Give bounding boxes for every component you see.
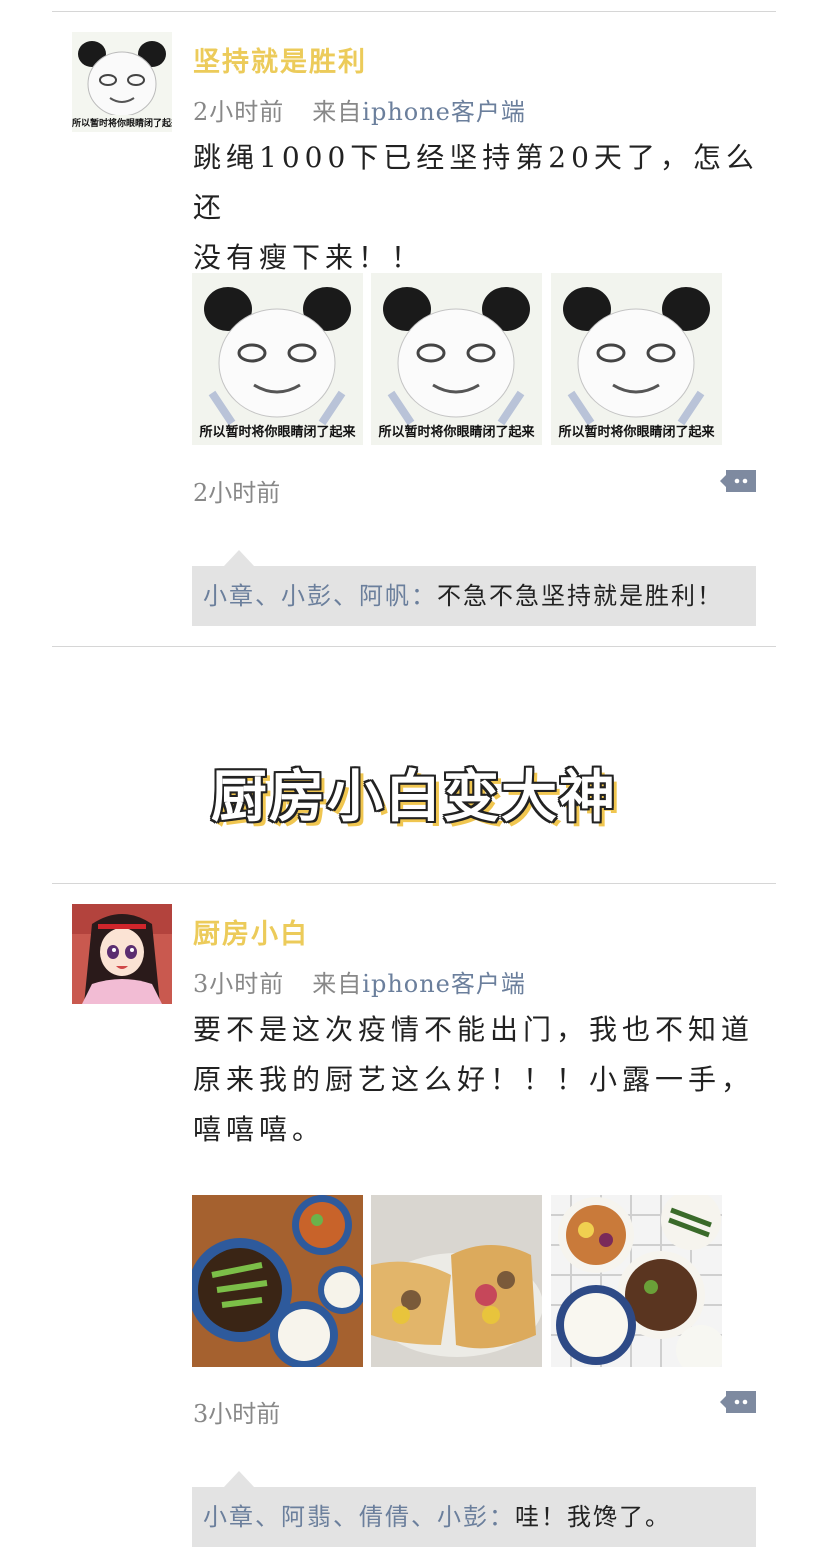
- divider: [52, 646, 776, 647]
- divider: [52, 883, 776, 884]
- reply-arrow: [224, 550, 254, 566]
- photo-grid: 所以暂时将你眼睛闭了起来 所以暂时将你眼睛闭了起来 所以暂时将你眼睛闭了起来: [192, 273, 732, 445]
- footer-time: 2小时前: [193, 479, 281, 507]
- source-label: 来自: [312, 970, 363, 998]
- source-link[interactable]: iphone客户端: [362, 970, 526, 998]
- reply-text: 哇！我馋了。: [515, 1503, 671, 1531]
- comment-icon[interactable]: [720, 1391, 756, 1413]
- photo-caption: 所以暂时将你眼睛闭了起来: [558, 425, 715, 440]
- photo-thumbnail[interactable]: 所以暂时将你眼睛闭了起来: [551, 273, 722, 445]
- reply-box[interactable]: 小章、小彭、阿帆：不急不急坚持就是胜利！: [192, 566, 756, 626]
- source-link[interactable]: iphone客户端: [362, 98, 526, 126]
- reply-text: 不急不急坚持就是胜利！: [437, 582, 723, 610]
- content-line: 跳绳1000下已经坚持第20天了，怎么还: [193, 141, 759, 224]
- photo-thumbnail[interactable]: 所以暂时将你眼睛闭了起来: [192, 273, 363, 445]
- post-content: 跳绳1000下已经坚持第20天了，怎么还 没有瘦下来！！: [193, 133, 763, 283]
- content-line: 要不是这次疫情不能出门，我也不知道: [193, 1013, 755, 1046]
- post-meta: 2小时前 来自iphone客户端: [193, 92, 526, 127]
- post-time: 3小时前: [193, 970, 285, 998]
- post-time: 2小时前: [193, 98, 285, 126]
- photo-thumbnail[interactable]: [192, 1195, 363, 1367]
- content-line: 原来我的厨艺这么好！！！小露一手，: [193, 1063, 755, 1096]
- avatar[interactable]: 所以暂时将你眼睛闭了起来: [72, 32, 172, 132]
- comment-icon[interactable]: [720, 470, 756, 492]
- source-label: 来自: [312, 98, 363, 126]
- username[interactable]: 坚持就是胜利: [193, 40, 367, 79]
- reply-arrow: [224, 1471, 254, 1487]
- photo-grid: [192, 1195, 732, 1367]
- photo-caption: 所以暂时将你眼睛闭了起来: [378, 425, 535, 440]
- reply-names[interactable]: 小章、阿翡、倩倩、小彭：: [203, 1503, 515, 1531]
- reply-box[interactable]: 小章、阿翡、倩倩、小彭：哇！我馋了。: [192, 1487, 756, 1547]
- divider-top: [52, 11, 776, 12]
- avatar-caption: 所以暂时将你眼睛闭了起来: [72, 119, 172, 129]
- post-content: 要不是这次疫情不能出门，我也不知道 原来我的厨艺这么好！！！小露一手， 嘻嘻嘻。: [193, 1005, 763, 1155]
- reply-names[interactable]: 小章、小彭、阿帆：: [203, 582, 437, 610]
- photo-thumbnail[interactable]: 所以暂时将你眼睛闭了起来: [371, 273, 542, 445]
- footer-time: 3小时前: [193, 1400, 281, 1428]
- content-line: 嘻嘻嘻。: [193, 1113, 326, 1146]
- photo-thumbnail[interactable]: [551, 1195, 722, 1367]
- avatar[interactable]: [72, 904, 172, 1004]
- username[interactable]: 厨房小白: [193, 912, 309, 951]
- section-title: 厨房小白变大神: [211, 765, 617, 830]
- photo-thumbnail[interactable]: [371, 1195, 542, 1367]
- photo-caption: 所以暂时将你眼睛闭了起来: [199, 425, 356, 440]
- post-meta: 3小时前 来自iphone客户端: [193, 964, 526, 999]
